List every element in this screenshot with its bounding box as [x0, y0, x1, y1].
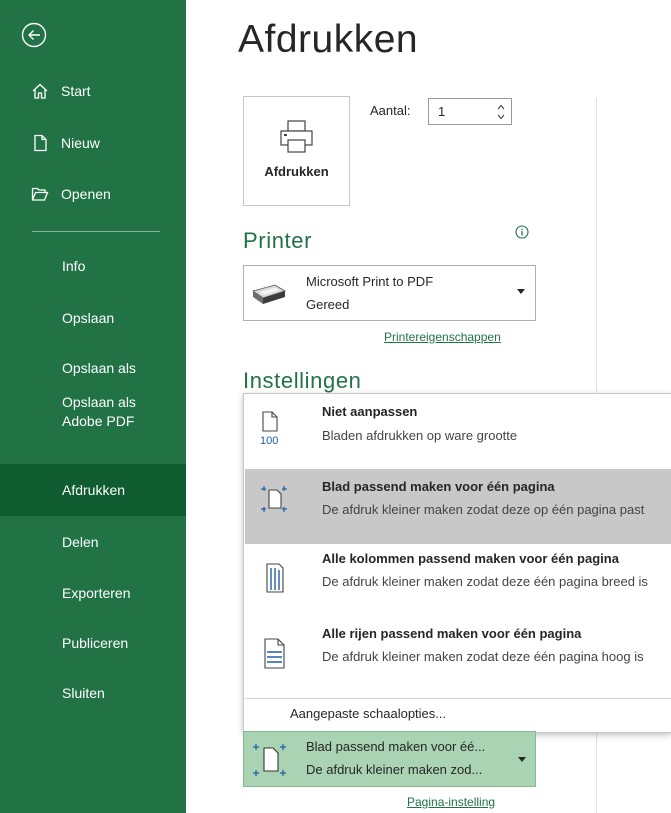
info-icon[interactable]: [515, 225, 529, 239]
printer-properties-link[interactable]: Printereigenschappen: [384, 330, 501, 344]
printer-name: Microsoft Print to PDF: [306, 274, 434, 289]
printer-status: Gereed: [306, 297, 350, 312]
nav-opslaan-als-pdf-label: Opslaan als Adobe PDF: [62, 394, 136, 429]
fit-sheet-icon: [258, 483, 290, 520]
no-scaling-icon-text: 100: [260, 435, 278, 447]
printer-heading: Printer: [243, 228, 312, 253]
scaling-option-no-scaling[interactable]: 100 Niet aanpassen Bladen afdrukken op w…: [245, 394, 671, 466]
nav-exporteren-label: Exporteren: [62, 584, 131, 601]
nav-publiceren-label: Publiceren: [62, 634, 129, 651]
nav-afdrukken-label: Afdrukken: [62, 481, 126, 498]
scaling-select-desc: De afdruk kleiner maken zod...: [306, 762, 483, 777]
nav-sluiten-label: Sluiten: [62, 684, 105, 701]
scaling-option-fit-rows[interactable]: Alle rijen passend maken voor één pagina…: [245, 619, 671, 696]
nav-info-label: Info: [62, 257, 86, 274]
printer-select[interactable]: Microsoft Print to PDF Gereed: [243, 265, 536, 321]
home-icon: [31, 82, 49, 100]
scaling-option-fit-columns[interactable]: Alle kolommen passend maken voor één pag…: [245, 544, 671, 619]
fit-rows-icon: [258, 637, 290, 676]
scaling-option-title: Alle rijen passend maken voor één pagina: [322, 626, 582, 641]
scaling-option-title: Niet aanpassen: [322, 404, 418, 419]
scaling-option-desc: De afdruk kleiner maken zodat deze één p…: [322, 574, 648, 589]
custom-scaling-options[interactable]: Aangepaste schaalopties...: [290, 706, 446, 721]
printer-icon: [278, 119, 316, 160]
nav-publiceren[interactable]: Publiceren: [0, 627, 186, 659]
nav-openen[interactable]: Openen: [0, 178, 186, 210]
copies-value: 1: [438, 104, 446, 119]
nav-info[interactable]: Info: [0, 250, 186, 282]
nav-opslaan-als-label: Opslaan als: [62, 359, 136, 376]
print-button-label: Afdrukken: [264, 164, 329, 179]
nav-start-label: Start: [61, 83, 91, 99]
scaling-option-desc: De afdruk kleiner maken zodat deze één p…: [322, 649, 644, 664]
nav-delen[interactable]: Delen: [0, 526, 186, 558]
menu-separator: [245, 698, 671, 699]
print-button[interactable]: Afdrukken: [243, 96, 350, 206]
nav-opslaan[interactable]: Opslaan: [0, 302, 186, 334]
nav-sluiten[interactable]: Sluiten: [0, 677, 186, 709]
nav-nieuw[interactable]: Nieuw: [0, 127, 186, 159]
nav-opslaan-label: Opslaan: [62, 309, 115, 326]
scaling-option-desc: De afdruk kleiner maken zodat deze op éé…: [322, 502, 645, 517]
scaling-select-title: Blad passend maken voor éé...: [306, 739, 486, 754]
copies-label: Aantal:: [370, 103, 411, 118]
nav-opslaan-als-pdf[interactable]: Opslaan als Adobe PDF: [0, 384, 186, 440]
sidebar-separator: [32, 231, 160, 232]
backstage-sidebar: Start Nieuw Openen Info Opslaan Opslaan …: [0, 0, 186, 813]
folder-open-icon: [31, 185, 49, 203]
copies-stepper[interactable]: 1: [428, 98, 512, 125]
page-title: Afdrukken: [238, 18, 419, 61]
scaling-option-title: Blad passend maken voor één pagina: [322, 479, 555, 494]
nav-delen-label: Delen: [62, 533, 99, 550]
page-setup-link[interactable]: Pagina-instelling: [407, 795, 495, 809]
fit-columns-icon: [258, 562, 290, 601]
chevron-down-icon: [518, 757, 526, 762]
scaling-select[interactable]: Blad passend maken voor éé... De afdruk …: [243, 731, 536, 787]
scaling-option-desc: Bladen afdrukken op ware grootte: [322, 428, 518, 443]
new-document-icon: [31, 134, 49, 152]
chevron-down-icon: [517, 289, 525, 294]
scaling-option-fit-sheet[interactable]: Blad passend maken voor één pagina De af…: [245, 469, 671, 544]
fit-sheet-icon: [250, 738, 290, 787]
nav-afdrukken[interactable]: Afdrukken: [0, 464, 186, 516]
spinner-arrows-icon[interactable]: [495, 101, 507, 123]
back-arrow-icon: [21, 22, 47, 48]
nav-exporteren[interactable]: Exporteren: [0, 577, 186, 609]
scaling-menu: 100 Niet aanpassen Bladen afdrukken op w…: [243, 393, 671, 733]
printer-device-icon: [249, 279, 289, 312]
nav-opslaan-als[interactable]: Opslaan als: [0, 352, 186, 384]
nav-start[interactable]: Start: [0, 75, 186, 107]
settings-heading: Instellingen: [243, 368, 362, 393]
nav-nieuw-label: Nieuw: [61, 135, 100, 151]
back-button[interactable]: [21, 22, 47, 48]
nav-openen-label: Openen: [61, 186, 111, 202]
no-scaling-icon: 100: [258, 410, 286, 453]
scaling-option-title: Alle kolommen passend maken voor één pag…: [322, 551, 619, 566]
